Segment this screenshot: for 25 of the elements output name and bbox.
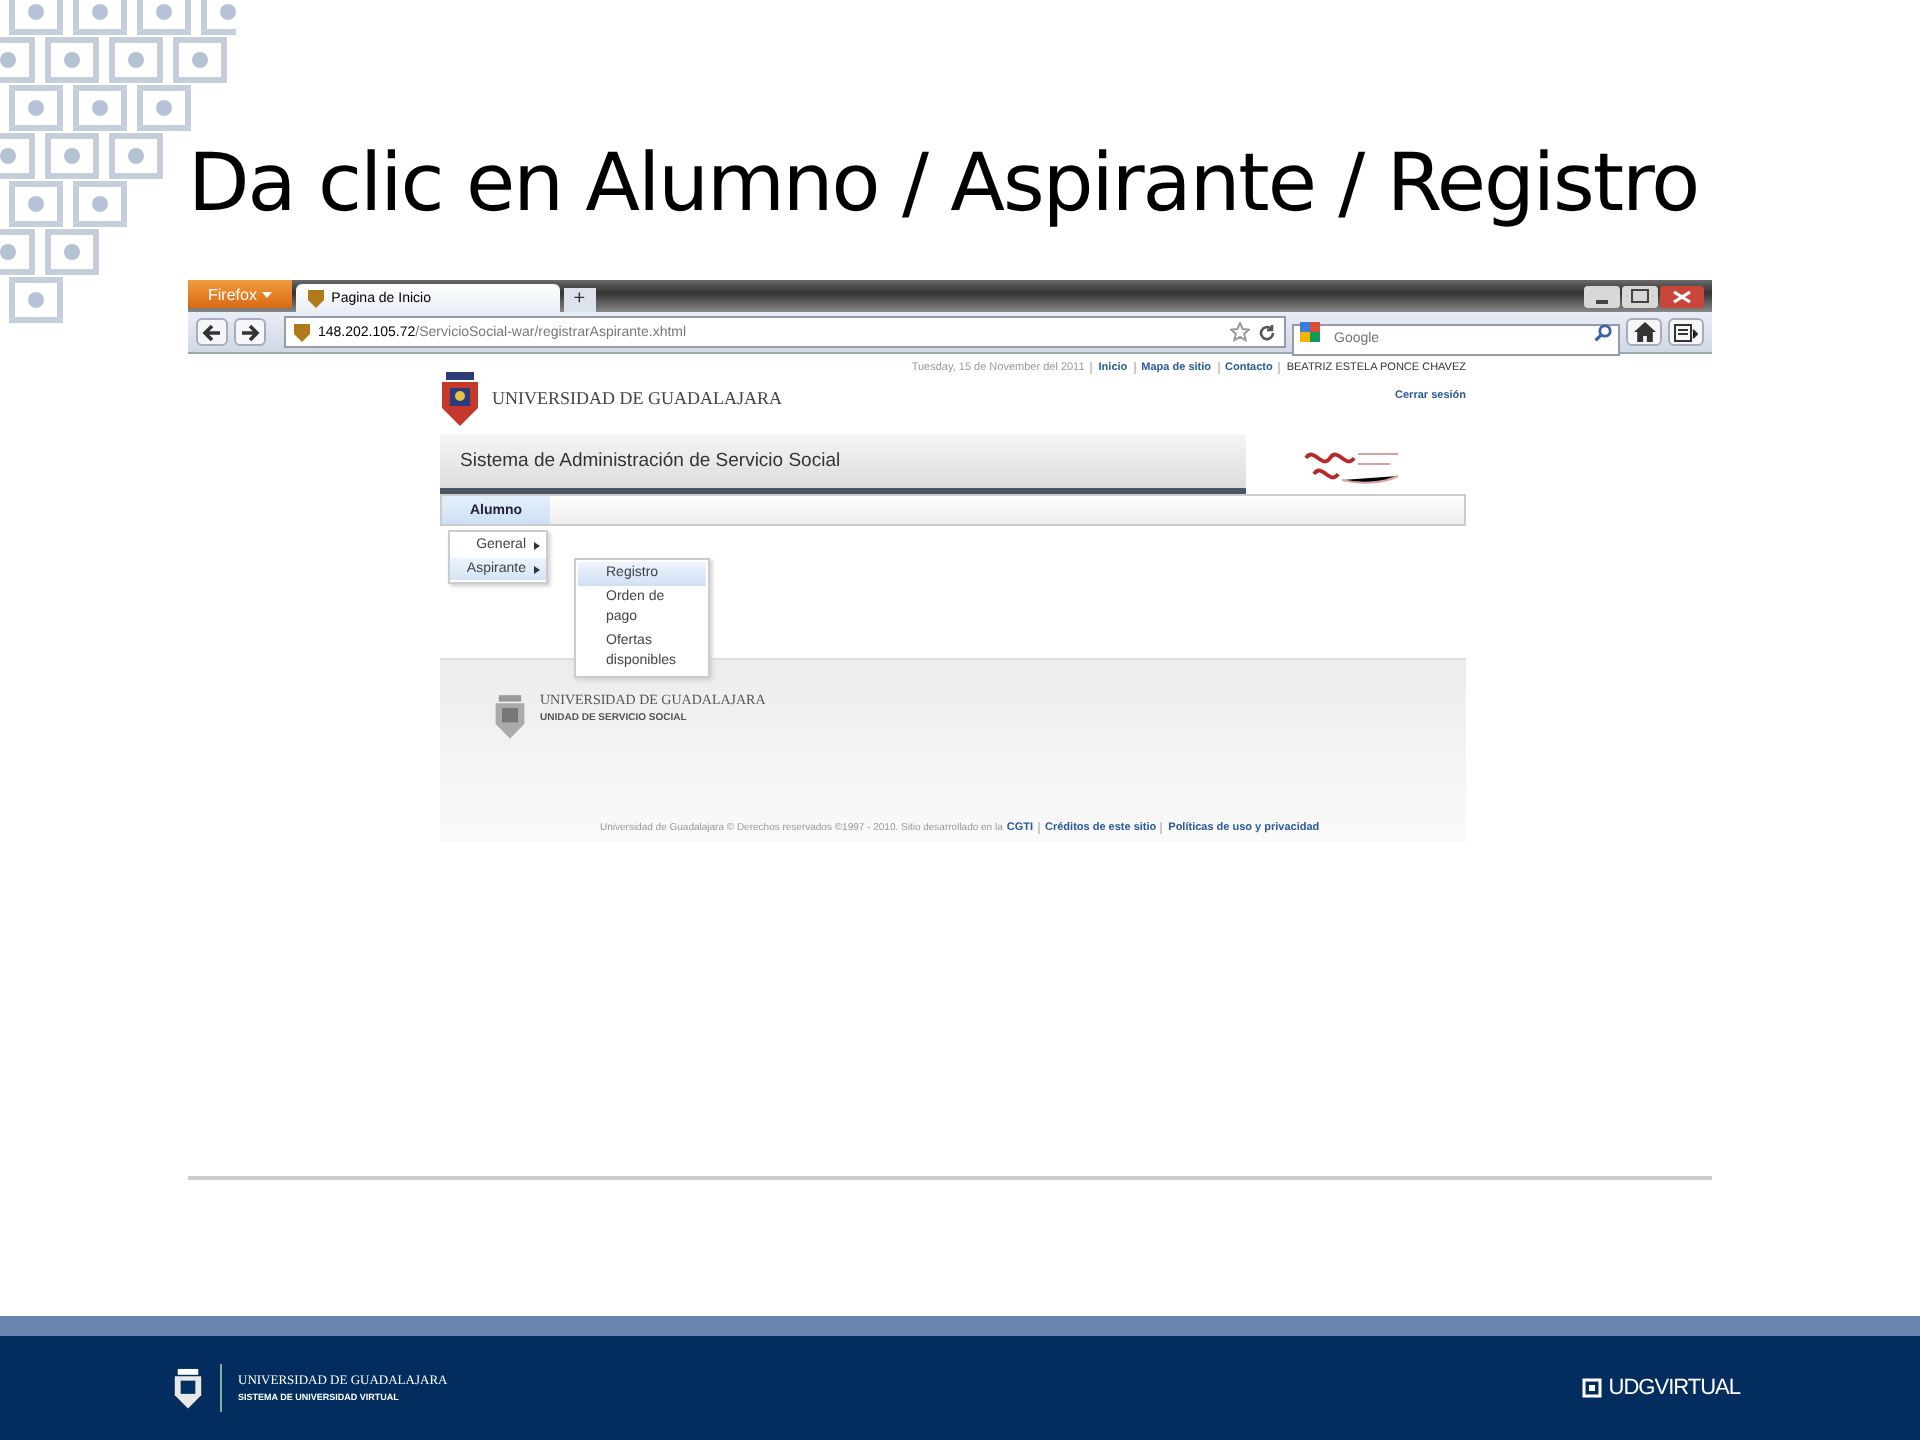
new-tab-button[interactable]: + xyxy=(563,288,596,312)
crest-icon xyxy=(172,1366,204,1410)
home-icon xyxy=(1633,322,1655,342)
bookmarks-icon xyxy=(1674,323,1698,341)
back-arrow-icon xyxy=(202,323,222,341)
back-button[interactable] xyxy=(196,318,228,346)
slide-title: Da clic en Alumno / Aspirante / Registro xyxy=(188,136,1701,232)
square-logo-icon xyxy=(1582,1378,1603,1398)
star-icon[interactable] xyxy=(1230,322,1250,342)
window-controls-icon[interactable] xyxy=(1584,285,1704,307)
submenu-arrow-icon xyxy=(534,541,540,549)
submenu-arrow-icon xyxy=(534,565,540,573)
crest-icon xyxy=(440,368,480,428)
reload-icon[interactable] xyxy=(1258,323,1276,341)
home-button[interactable] xyxy=(1626,318,1662,346)
bookmarks-button[interactable] xyxy=(1668,318,1704,346)
university-name: UNIVERSIDAD DE GUADALAJARA xyxy=(492,388,782,408)
forward-arrow-icon xyxy=(240,323,260,341)
forward-button[interactable] xyxy=(234,318,266,346)
search-icon[interactable] xyxy=(1594,323,1612,341)
google-icon xyxy=(1300,322,1320,342)
system-title: Sistema de Administración de Servicio Social xyxy=(460,450,841,472)
brand-name: UDGVIRTUAL xyxy=(1608,1376,1740,1400)
caret-icon xyxy=(261,291,272,298)
crest-icon xyxy=(492,692,528,740)
